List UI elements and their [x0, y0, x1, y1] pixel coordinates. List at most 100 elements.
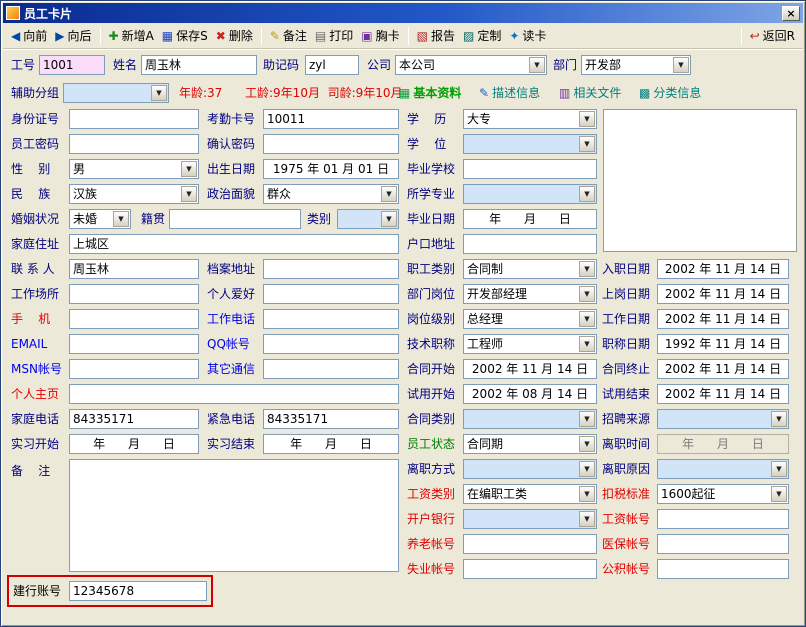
- contract-start-input[interactable]: 2002 年 11 月 14 日: [463, 359, 597, 379]
- other-contact-input[interactable]: [263, 359, 399, 379]
- qq-input[interactable]: [263, 334, 399, 354]
- post-date-input[interactable]: 2002 年 11 月 14 日: [657, 284, 789, 304]
- work-date-input[interactable]: 2002 年 11 月 14 日: [657, 309, 789, 329]
- dropdown-arrow-icon[interactable]: ▼: [181, 161, 197, 177]
- dropdown-arrow-icon[interactable]: ▼: [579, 186, 595, 202]
- badge-button[interactable]: 胸卡: [357, 25, 403, 46]
- intern-end-input[interactable]: 年 月 日: [263, 434, 399, 454]
- trial-end-input[interactable]: 2002 年 11 月 14 日: [657, 384, 789, 404]
- native-place-input[interactable]: [169, 209, 301, 229]
- dropdown-arrow-icon[interactable]: ▼: [579, 286, 595, 302]
- position-level-select[interactable]: 总经理▼: [463, 309, 597, 329]
- tab-related-files[interactable]: 相关文件: [559, 84, 621, 101]
- previous-button[interactable]: 向前: [7, 25, 51, 46]
- dropdown-arrow-icon[interactable]: ▼: [579, 336, 595, 352]
- fund-account-input[interactable]: [657, 559, 789, 579]
- contract-end-input[interactable]: 2002 年 11 月 14 日: [657, 359, 789, 379]
- dropdown-arrow-icon[interactable]: ▼: [579, 461, 595, 477]
- close-button[interactable]: ×: [782, 6, 800, 21]
- gender-select[interactable]: 男▼: [69, 159, 199, 179]
- tab-description-info[interactable]: 描述信息: [479, 84, 540, 101]
- email-input[interactable]: [69, 334, 199, 354]
- contact-input[interactable]: 周玉林: [69, 259, 199, 279]
- grad-school-input[interactable]: [463, 159, 597, 179]
- file-address-input[interactable]: [263, 259, 399, 279]
- ccb-account-input[interactable]: 12345678: [69, 581, 207, 601]
- recruit-source-select[interactable]: ▼: [657, 409, 789, 429]
- note-button[interactable]: 备注: [266, 25, 311, 46]
- company-select[interactable]: 本公司▼: [395, 55, 547, 75]
- salary-category-select[interactable]: 在编职工类▼: [463, 484, 597, 504]
- entry-date-input[interactable]: 2002 年 11 月 14 日: [657, 259, 789, 279]
- political-status-select[interactable]: 群众▼: [263, 184, 399, 204]
- dropdown-arrow-icon[interactable]: ▼: [579, 311, 595, 327]
- unemployment-account-input[interactable]: [463, 559, 597, 579]
- work-phone-input[interactable]: [263, 309, 399, 329]
- tax-standard-select[interactable]: 1600起征▼: [657, 484, 789, 504]
- dropdown-arrow-icon[interactable]: ▼: [771, 411, 787, 427]
- tab-basic-info[interactable]: 基本资料: [399, 84, 461, 101]
- category-select[interactable]: ▼: [337, 209, 399, 229]
- grad-date-input[interactable]: 年 月 日: [463, 209, 597, 229]
- trial-start-input[interactable]: 2002 年 08 月 14 日: [463, 384, 597, 404]
- dropdown-arrow-icon[interactable]: ▼: [381, 211, 397, 227]
- dropdown-arrow-icon[interactable]: ▼: [771, 486, 787, 502]
- emp-password-input[interactable]: [69, 134, 199, 154]
- emp-category-select[interactable]: 合同制▼: [463, 259, 597, 279]
- birth-date-input[interactable]: 1975 年 01 月 01 日: [263, 159, 399, 179]
- report-button[interactable]: 报告: [413, 25, 459, 46]
- dept-position-select[interactable]: 开发部经理▼: [463, 284, 597, 304]
- emp-no-input[interactable]: 1001: [39, 55, 105, 75]
- degree-select[interactable]: ▼: [463, 134, 597, 154]
- homepage-input[interactable]: [69, 384, 399, 404]
- dropdown-arrow-icon[interactable]: ▼: [673, 57, 689, 73]
- home-phone-input[interactable]: 84335171: [69, 409, 199, 429]
- next-button[interactable]: 向后: [51, 25, 95, 46]
- dropdown-arrow-icon[interactable]: ▼: [579, 486, 595, 502]
- dropdown-arrow-icon[interactable]: ▼: [579, 261, 595, 277]
- customize-button[interactable]: 定制: [459, 25, 505, 46]
- dropdown-arrow-icon[interactable]: ▼: [113, 211, 129, 227]
- dropdown-arrow-icon[interactable]: ▼: [771, 461, 787, 477]
- tab-classification-info[interactable]: 分类信息: [639, 84, 701, 101]
- read-card-button[interactable]: 读卡: [505, 25, 550, 46]
- major-select[interactable]: ▼: [463, 184, 597, 204]
- home-address-input[interactable]: 上城区: [69, 234, 399, 254]
- workplace-input[interactable]: [69, 284, 199, 304]
- notes-textarea[interactable]: [69, 459, 399, 572]
- name-input[interactable]: 周玉林: [141, 55, 257, 75]
- tech-title-select[interactable]: 工程师▼: [463, 334, 597, 354]
- mobile-input[interactable]: [69, 309, 199, 329]
- ethnicity-select[interactable]: 汉族▼: [69, 184, 199, 204]
- add-button[interactable]: 新增A: [105, 25, 158, 46]
- aux-group-select[interactable]: ▼: [63, 83, 169, 103]
- medical-account-input[interactable]: [657, 534, 789, 554]
- dropdown-arrow-icon[interactable]: ▼: [579, 111, 595, 127]
- resign-method-select[interactable]: ▼: [463, 459, 597, 479]
- dropdown-arrow-icon[interactable]: ▼: [151, 85, 167, 101]
- dropdown-arrow-icon[interactable]: ▼: [579, 511, 595, 527]
- salary-account-input[interactable]: [657, 509, 789, 529]
- resign-reason-select[interactable]: ▼: [657, 459, 789, 479]
- dropdown-arrow-icon[interactable]: ▼: [381, 186, 397, 202]
- dropdown-arrow-icon[interactable]: ▼: [181, 186, 197, 202]
- mnemonic-input[interactable]: zyl: [305, 55, 359, 75]
- pension-account-input[interactable]: [463, 534, 597, 554]
- dropdown-arrow-icon[interactable]: ▼: [579, 411, 595, 427]
- household-address-input[interactable]: [463, 234, 597, 254]
- delete-button[interactable]: 删除: [212, 25, 257, 46]
- confirm-password-input[interactable]: [263, 134, 399, 154]
- save-button[interactable]: 保存S: [158, 25, 212, 46]
- return-button[interactable]: 返回R: [746, 25, 799, 46]
- marital-status-select[interactable]: 未婚▼: [69, 209, 131, 229]
- education-select[interactable]: 大专▼: [463, 109, 597, 129]
- dropdown-arrow-icon[interactable]: ▼: [579, 136, 595, 152]
- emp-status-select[interactable]: 合同期▼: [463, 434, 597, 454]
- emergency-phone-input[interactable]: 84335171: [263, 409, 399, 429]
- dropdown-arrow-icon[interactable]: ▼: [529, 57, 545, 73]
- dropdown-arrow-icon[interactable]: ▼: [579, 436, 595, 452]
- msn-input[interactable]: [69, 359, 199, 379]
- intern-start-input[interactable]: 年 月 日: [69, 434, 199, 454]
- id-card-input[interactable]: [69, 109, 199, 129]
- contract-type-select[interactable]: ▼: [463, 409, 597, 429]
